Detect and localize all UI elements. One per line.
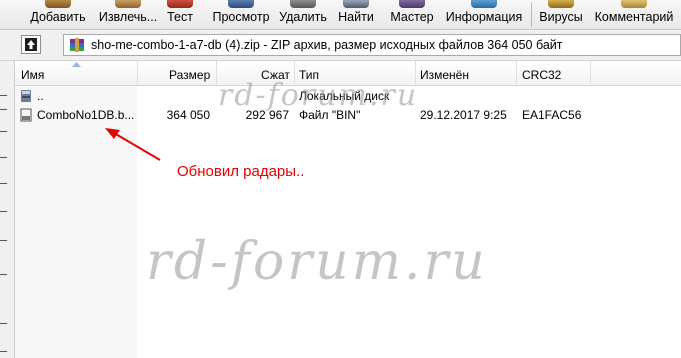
annotation-arrow <box>105 128 161 161</box>
annotation-text: Обновил радары.. <box>177 163 305 180</box>
